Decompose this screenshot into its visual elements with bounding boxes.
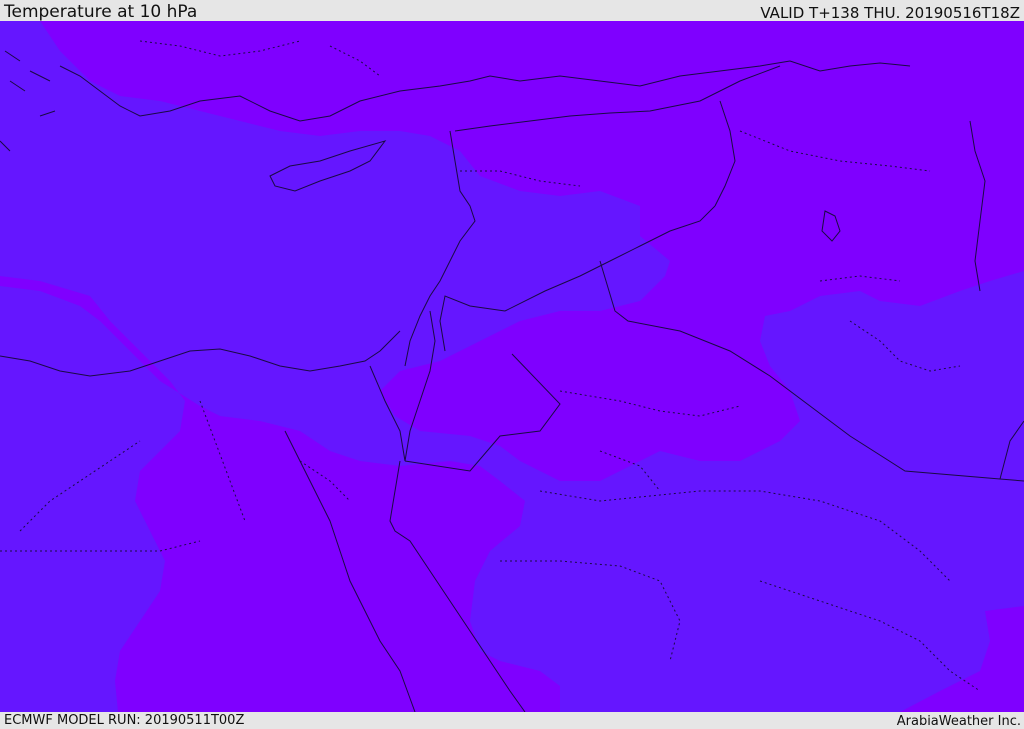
footer-bar: ECMWF MODEL RUN: 20190511T00Z ArabiaWeat…	[0, 712, 1024, 729]
valid-time: VALID T+138 THU. 20190516T18Z	[760, 4, 1020, 22]
weather-map[interactable]	[0, 21, 1024, 712]
model-run-label: ECMWF MODEL RUN: 20190511T00Z	[4, 713, 245, 728]
header-bar: Temperature at 10 hPa VALID T+138 THU. 2…	[0, 0, 1024, 21]
credit-label: ArabiaWeather Inc.	[896, 714, 1021, 729]
temperature-field-svg	[0, 21, 1024, 712]
map-title: Temperature at 10 hPa	[4, 2, 198, 22]
